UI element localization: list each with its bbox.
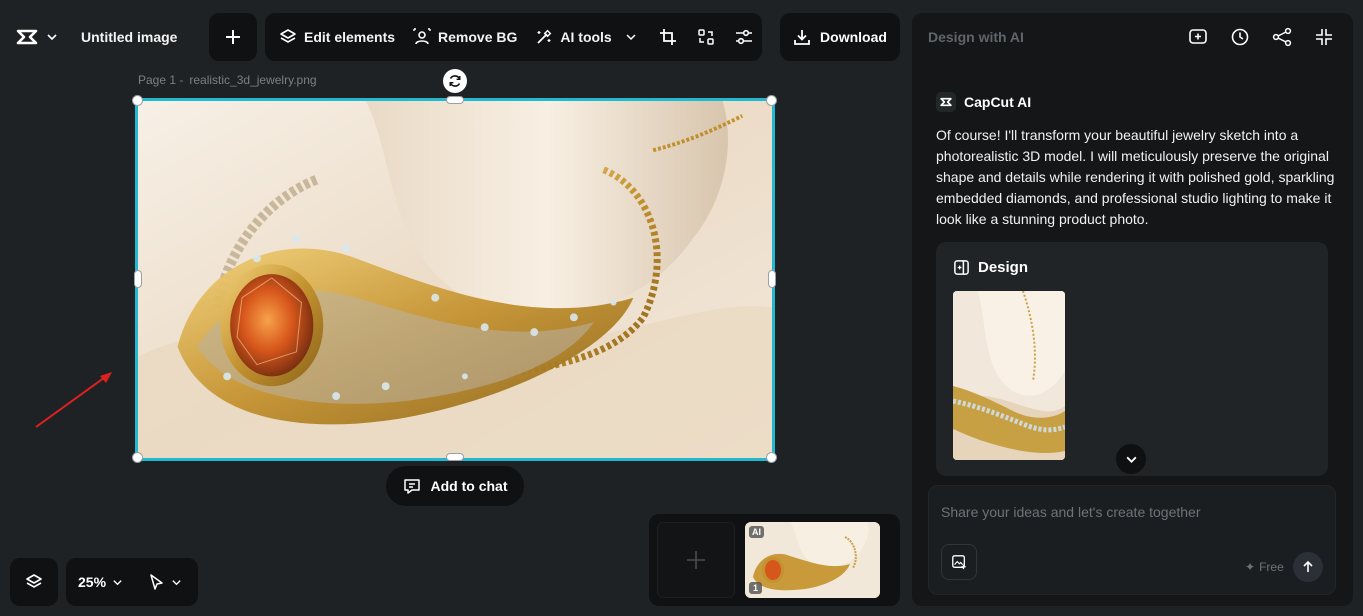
add-to-chat-button[interactable]: Add to chat [386, 466, 524, 506]
edit-elements-label: Edit elements [304, 29, 396, 45]
document-title[interactable]: Untitled image [81, 29, 177, 45]
page-thumbnail[interactable]: AI 1 [745, 522, 880, 598]
chat-input[interactable]: Share your ideas and let's create togeth… [941, 504, 1201, 520]
layers-icon [25, 573, 43, 591]
assistant-message: Of course! I'll transform your beautiful… [936, 127, 1335, 227]
plus-icon [224, 28, 242, 46]
design-card: Design [936, 242, 1328, 476]
collapse-icon[interactable] [1314, 27, 1334, 47]
magic-wand-icon [535, 28, 553, 46]
free-badge: ✦ Free [1245, 560, 1284, 574]
layers-icon [279, 28, 297, 46]
pointer-tool-dropdown[interactable] [147, 573, 182, 591]
resize-handle-left[interactable] [134, 270, 142, 288]
capcut-logo-icon [16, 29, 38, 45]
capcut-ai-avatar [936, 92, 956, 112]
assistant-header: CapCut AI [936, 92, 1031, 112]
add-button[interactable] [209, 13, 257, 61]
adjust-button[interactable] [735, 13, 753, 61]
download-icon [793, 28, 811, 46]
design-result-image [953, 291, 1065, 460]
plus-icon [685, 549, 707, 571]
image-add-icon [951, 554, 967, 570]
cursor-icon [147, 573, 165, 591]
page-thumbnail-image [745, 522, 880, 598]
page-number-badge: 1 [749, 582, 763, 594]
upload-image-button[interactable] [941, 544, 977, 580]
resize-handle-bottom-left[interactable] [132, 452, 143, 463]
panel-actions [1188, 27, 1334, 47]
add-to-chat-label: Add to chat [430, 478, 508, 494]
chat-input-box: Share your ideas and let's create togeth… [928, 485, 1336, 595]
design-icon [953, 259, 970, 276]
add-page-button[interactable] [657, 522, 735, 598]
app-menu[interactable] [16, 26, 58, 48]
design-label: Design [978, 259, 1029, 276]
send-button[interactable] [1293, 552, 1323, 582]
zoom-level: 25% [78, 574, 107, 590]
flip-button[interactable] [697, 13, 715, 61]
main-toolbar: Edit elements Remove BG AI tools [265, 13, 762, 61]
zoom-dropdown[interactable]: 25% [78, 574, 123, 590]
rotate-icon [448, 74, 462, 88]
assistant-name: CapCut AI [964, 94, 1032, 110]
page-number-label: Page 1 - [138, 73, 184, 87]
free-label: Free [1259, 560, 1284, 574]
scroll-down-button[interactable] [1116, 444, 1146, 474]
file-name-label: realistic_3d_jewelry.png [189, 73, 317, 87]
rotate-handle[interactable] [443, 69, 467, 93]
flip-icon [697, 28, 715, 46]
history-icon[interactable] [1230, 27, 1250, 47]
download-label: Download [820, 29, 887, 45]
ai-badge: AI [749, 526, 764, 538]
resize-handle-top[interactable] [446, 96, 464, 104]
chevron-down-icon [171, 577, 182, 588]
resize-handle-top-right[interactable] [766, 95, 777, 106]
share-icon[interactable] [1272, 27, 1292, 47]
new-chat-icon[interactable] [1188, 27, 1208, 47]
ai-panel: Design with AI CapCut AI Of course! I'll… [912, 13, 1353, 606]
remove-bg-button[interactable]: Remove BG [413, 13, 517, 61]
crop-icon [659, 28, 677, 46]
panel-title: Design with AI [928, 29, 1024, 45]
crop-button[interactable] [659, 13, 677, 61]
chevron-down-icon [46, 31, 58, 43]
design-result-thumbnail[interactable] [953, 291, 1065, 460]
chevron-down-icon [112, 577, 123, 588]
canvas-image[interactable] [135, 98, 775, 461]
sliders-icon [735, 28, 753, 46]
sparkle-icon: ✦ [1245, 560, 1256, 574]
ai-tools-label: AI tools [560, 29, 612, 45]
resize-handle-right[interactable] [768, 270, 776, 288]
download-button[interactable]: Download [780, 13, 900, 61]
pages-strip: AI 1 [649, 514, 900, 606]
design-card-header: Design [953, 259, 1028, 276]
resize-handle-top-left[interactable] [132, 95, 143, 106]
remove-bg-label: Remove BG [438, 29, 518, 45]
chevron-down-icon [625, 31, 637, 43]
ai-tools-button[interactable]: AI tools [535, 13, 636, 61]
remove-bg-icon [413, 28, 431, 46]
chevron-down-icon [1125, 453, 1138, 466]
resize-handle-bottom-right[interactable] [766, 452, 777, 463]
annotation-arrow [35, 372, 112, 428]
page-label: Page 1 - realistic_3d_jewelry.png [138, 73, 317, 87]
resize-handle-bottom[interactable] [446, 453, 464, 461]
jewelry-image [138, 101, 772, 458]
chat-add-icon [403, 477, 421, 495]
zoom-controls: 25% [66, 558, 198, 606]
layers-button[interactable] [10, 558, 58, 606]
arrow-up-icon [1301, 560, 1315, 574]
edit-elements-button[interactable]: Edit elements [279, 13, 395, 61]
